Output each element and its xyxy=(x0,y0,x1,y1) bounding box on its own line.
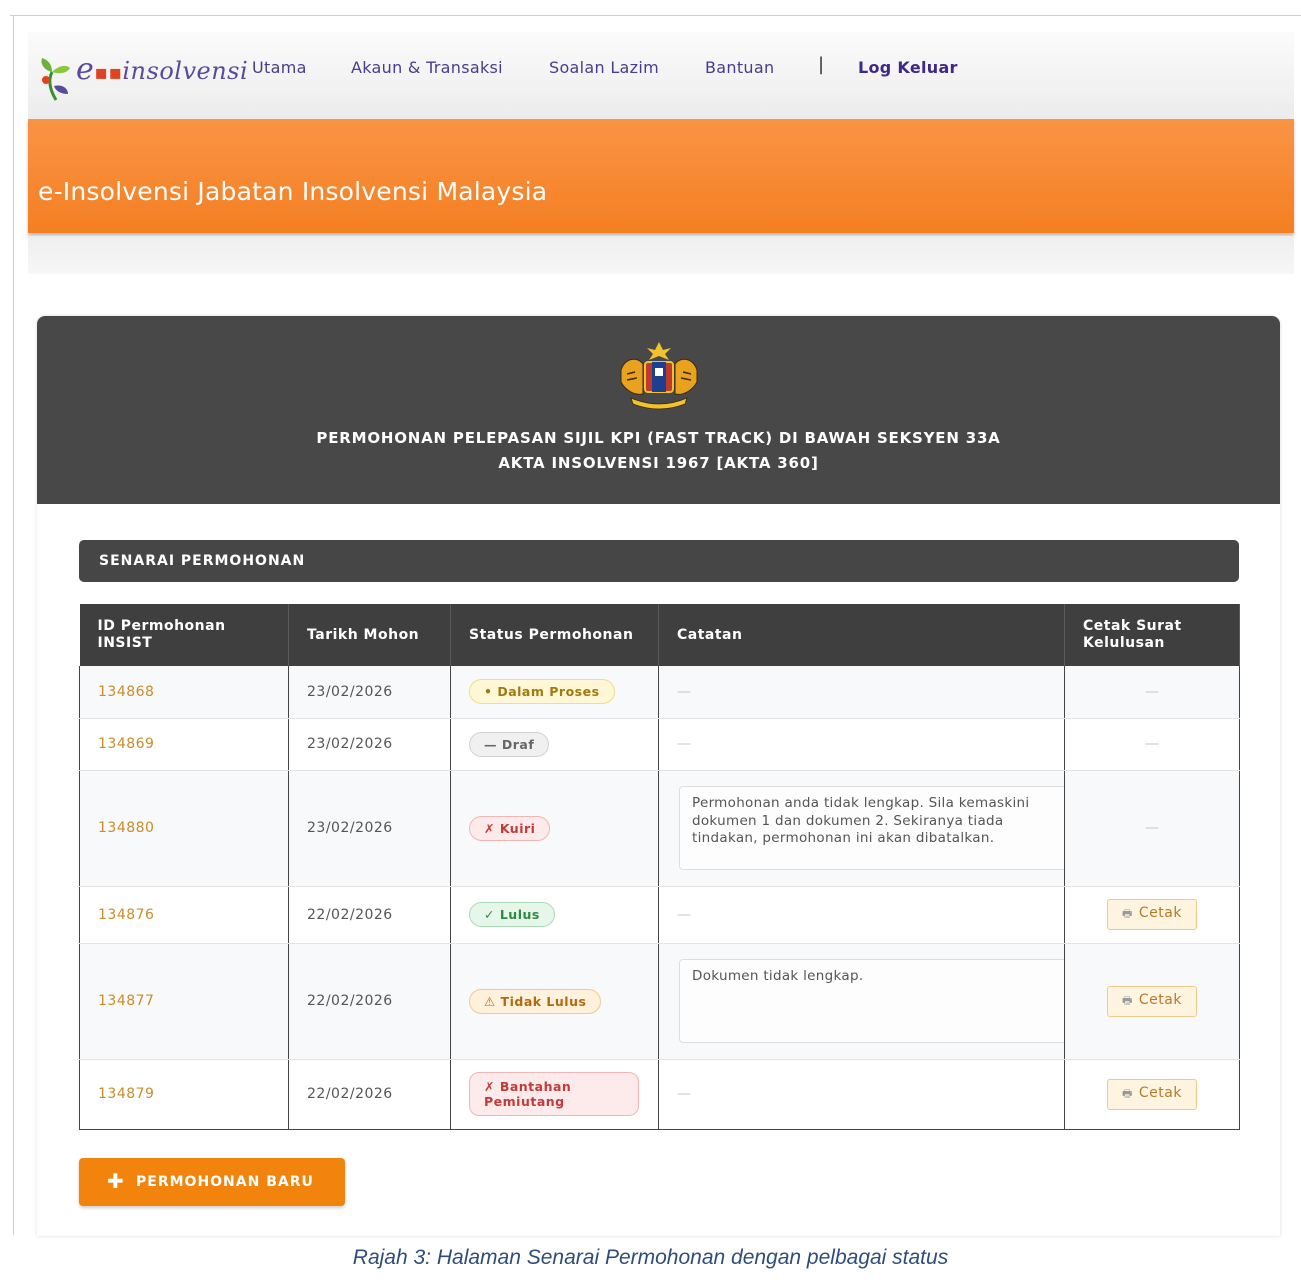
section-header: SENARAI PERMOHONAN xyxy=(79,540,1239,582)
application-id[interactable]: 134877 xyxy=(79,943,289,1060)
note-box: Permohonan anda tidak lengkap. Sila kema… xyxy=(679,786,1071,870)
nav-log-keluar[interactable]: Log Keluar xyxy=(858,58,958,77)
card-title-line1: PERMOHONAN PELEPASAN SIJIL KPI (FAST TRA… xyxy=(316,429,1001,447)
status-cell: — Draf xyxy=(450,718,659,771)
status-cell: • Dalam Proses xyxy=(450,666,659,719)
application-date: 22/02/2026 xyxy=(288,1059,451,1130)
banner-title: e-Insolvensi Jabatan Insolvensi Malaysia xyxy=(38,177,548,206)
table-row: 134877 22/02/2026 ⚠ Tidak Lulus Dokumen … xyxy=(79,943,1240,1060)
column-header-date[interactable]: Tarikh Mohon xyxy=(288,604,451,666)
status-cell: ✗ Kuiri xyxy=(450,770,659,887)
applications-table: ID Permohonan INSIST Tarikh Mohon Status… xyxy=(79,604,1240,1130)
card-header: PERMOHONAN PELEPASAN SIJIL KPI (FAST TRA… xyxy=(37,316,1280,504)
note-cell: Dokumen tidak lengkap. xyxy=(658,943,1071,1060)
table-row: 134868 23/02/2026 • Dalam Proses — — xyxy=(79,666,1240,719)
column-header-note[interactable]: Catatan xyxy=(658,604,1065,666)
print-cell: 🖶 Cetak xyxy=(1064,1059,1240,1130)
application-date: 22/02/2026 xyxy=(288,886,451,944)
note-box: Dokumen tidak lengkap. xyxy=(679,959,1071,1043)
application-card: PERMOHONAN PELEPASAN SIJIL KPI (FAST TRA… xyxy=(37,316,1280,1236)
table-row: 134879 22/02/2026 ✗ Bantahan Pemiutang —… xyxy=(79,1059,1240,1130)
new-application-button[interactable]: ✚ PERMOHONAN BARU xyxy=(79,1158,345,1206)
print-button[interactable]: 🖶 Cetak xyxy=(1107,985,1197,1017)
column-header-status[interactable]: Status Permohonan xyxy=(450,604,659,666)
note-cell: Permohonan anda tidak lengkap. Sila kema… xyxy=(658,770,1071,887)
print-button[interactable]: 🖶 Cetak xyxy=(1107,1078,1197,1110)
application-id[interactable]: 134876 xyxy=(79,886,289,944)
note-empty: — xyxy=(658,666,1065,719)
note-empty: — xyxy=(658,886,1065,944)
note-empty: — xyxy=(658,718,1065,771)
status-badge: • Dalam Proses xyxy=(469,679,615,705)
application-id[interactable]: 134880 xyxy=(79,770,289,887)
status-badge: ⚠ Tidak Lulus xyxy=(469,988,602,1014)
column-header-print[interactable]: Cetak Surat Kelulusan xyxy=(1064,604,1240,666)
application-id[interactable]: 134869 xyxy=(79,718,289,771)
top-navigation: e▪▪insolvensi Utama Akaun & Transaksi So… xyxy=(28,32,1294,119)
print-empty: — xyxy=(1064,770,1240,887)
nav-bantuan[interactable]: Bantuan xyxy=(705,58,774,77)
card-title: PERMOHONAN PELEPASAN SIJIL KPI (FAST TRA… xyxy=(37,426,1280,476)
leaf-logo-icon xyxy=(41,58,70,101)
table-row: 134869 23/02/2026 — Draf — — xyxy=(79,718,1240,771)
note-empty: — xyxy=(658,1059,1065,1130)
section-title: SENARAI PERMOHONAN xyxy=(99,553,306,569)
figure-caption: Rajah 3: Halaman Senarai Permohonan deng… xyxy=(352,1246,949,1269)
print-button-label: Cetak xyxy=(1138,991,1182,1008)
nav-separator: | xyxy=(818,54,825,75)
logo-text: e▪▪insolvensi xyxy=(76,52,249,87)
status-cell: ✓ Lulus xyxy=(450,886,659,944)
print-button-label: Cetak xyxy=(1138,1084,1182,1101)
table-header-row: ID Permohonan INSIST Tarikh Mohon Status… xyxy=(79,604,1240,666)
banner-subbar xyxy=(28,236,1294,274)
table-row: 134880 23/02/2026 ✗ Kuiri Permohonan and… xyxy=(79,770,1240,887)
print-cell: 🖶 Cetak xyxy=(1064,886,1240,944)
print-empty: — xyxy=(1064,718,1240,771)
print-empty: — xyxy=(1064,666,1240,719)
status-cell: ✗ Bantahan Pemiutang xyxy=(450,1059,659,1130)
card-title-line2: AKTA INSOLVENSI 1967 [AKTA 360] xyxy=(498,454,819,472)
document-border-left xyxy=(13,15,14,1235)
nav-akaun-transaksi[interactable]: Akaun & Transaksi xyxy=(351,58,503,77)
status-badge: ✓ Lulus xyxy=(469,902,555,927)
plus-icon: ✚ xyxy=(107,1169,125,1193)
new-application-label: PERMOHONAN BARU xyxy=(136,1174,314,1190)
nav-utama[interactable]: Utama xyxy=(252,58,307,77)
print-button-label: Cetak xyxy=(1138,905,1182,921)
page-banner: e-Insolvensi Jabatan Insolvensi Malaysia xyxy=(28,119,1294,233)
status-badge: — Draf xyxy=(469,731,550,757)
printer-icon: 🖶 xyxy=(1122,993,1133,1007)
application-date: 23/02/2026 xyxy=(288,718,451,771)
status-badge: ✗ Bantahan Pemiutang xyxy=(469,1072,639,1116)
status-badge: ✗ Kuiri xyxy=(469,815,551,841)
print-cell: 🖶 Cetak xyxy=(1064,943,1240,1060)
document-border-top xyxy=(10,15,1301,16)
coat-of-arms-icon xyxy=(620,342,698,410)
application-id[interactable]: 134868 xyxy=(79,666,289,719)
printer-icon: 🖶 xyxy=(1122,1086,1133,1100)
application-date: 22/02/2026 xyxy=(288,943,451,1060)
status-cell: ⚠ Tidak Lulus xyxy=(450,943,659,1060)
logo[interactable]: e▪▪insolvensi xyxy=(36,42,248,102)
print-button[interactable]: 🖶 Cetak xyxy=(1107,899,1197,930)
nav-soalan-lazim[interactable]: Soalan Lazim xyxy=(549,58,659,77)
application-date: 23/02/2026 xyxy=(288,666,451,719)
application-date: 23/02/2026 xyxy=(288,770,451,887)
printer-icon: 🖶 xyxy=(1122,907,1133,920)
column-header-id[interactable]: ID Permohonan INSIST xyxy=(79,604,289,666)
table-row: 134876 22/02/2026 ✓ Lulus — 🖶 Cetak xyxy=(79,886,1240,944)
application-id[interactable]: 134879 xyxy=(79,1059,289,1130)
